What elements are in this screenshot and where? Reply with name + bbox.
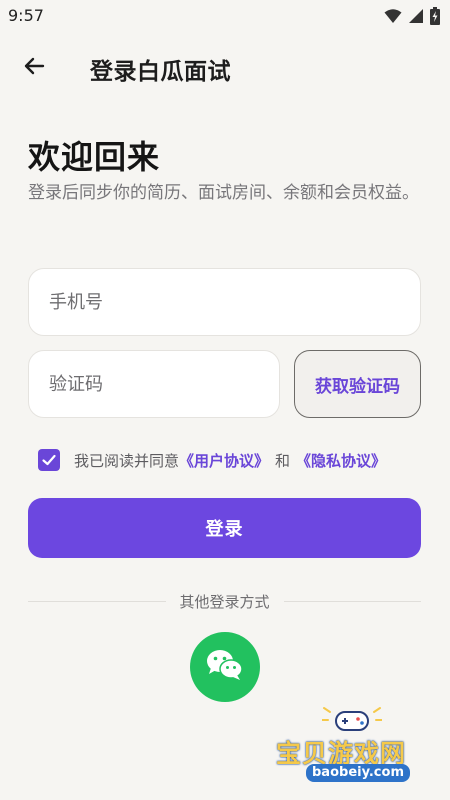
code-field bbox=[28, 350, 280, 418]
arrow-left-icon bbox=[22, 54, 46, 82]
agreement-prefix: 我已阅读并同意 bbox=[74, 451, 180, 470]
agreement-and: 和 bbox=[275, 451, 291, 470]
back-button[interactable] bbox=[16, 50, 52, 86]
status-time: 9:57 bbox=[8, 6, 44, 25]
page-title: 登录白瓜面试 bbox=[90, 59, 231, 85]
status-bar: 9:57 bbox=[0, 0, 450, 32]
login-button[interactable]: 登录 bbox=[28, 498, 421, 558]
app-bar: 登录白瓜面试 bbox=[0, 40, 450, 96]
agreement-checkbox[interactable] bbox=[38, 449, 60, 471]
divider-line-left bbox=[28, 600, 166, 602]
wechat-icon bbox=[205, 647, 245, 687]
verification-code-input[interactable] bbox=[29, 351, 279, 417]
get-code-button[interactable]: 获取验证码 bbox=[294, 350, 421, 418]
divider-line-right bbox=[283, 600, 422, 602]
status-icons bbox=[384, 7, 440, 25]
user-agreement-link[interactable]: 《用户协议》 bbox=[179, 450, 269, 471]
other-login-label: 其他登录方式 bbox=[179, 592, 270, 611]
check-icon bbox=[42, 454, 56, 466]
agreement-row: 我已阅读并同意 《用户协议》 和 《隐私协议》 bbox=[38, 448, 386, 472]
wifi-icon bbox=[384, 8, 402, 24]
wechat-login-button[interactable] bbox=[190, 632, 260, 702]
privacy-policy-link[interactable]: 《隐私协议》 bbox=[296, 450, 386, 471]
other-login-divider: 其他登录方式 bbox=[28, 590, 422, 612]
watermark: 宝贝游戏网 baobeiy.com bbox=[272, 706, 442, 796]
welcome-title: 欢迎回来 bbox=[28, 138, 161, 176]
watermark-url: baobeiy.com bbox=[306, 764, 410, 782]
cell-signal-icon bbox=[408, 8, 424, 24]
phone-input[interactable] bbox=[29, 269, 420, 335]
welcome-subtitle: 登录后同步你的简历、面试房间、余额和会员权益。 bbox=[28, 183, 419, 203]
battery-charging-icon bbox=[430, 7, 440, 25]
phone-field bbox=[28, 268, 421, 336]
